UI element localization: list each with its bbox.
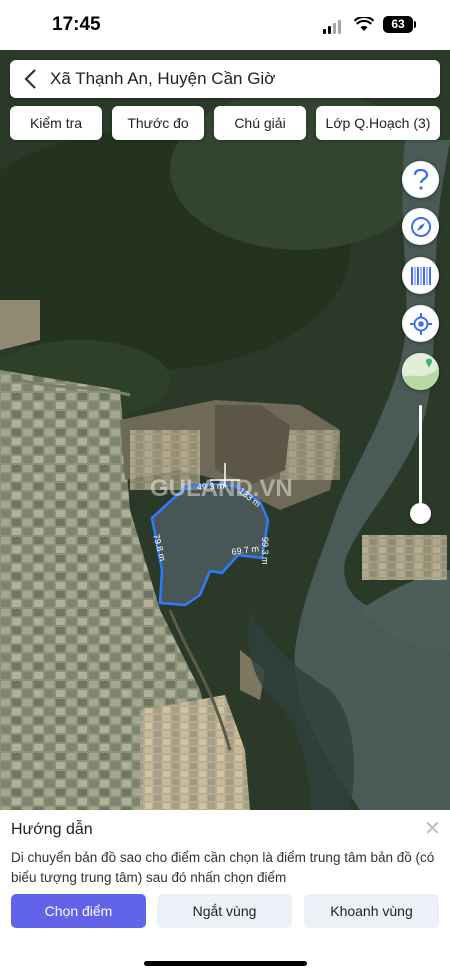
measure-chip[interactable]: Thước đo <box>112 106 204 140</box>
question-mark-icon <box>413 168 428 190</box>
back-button[interactable] <box>10 60 50 98</box>
cellular-signal-icon <box>323 20 341 34</box>
wifi-icon <box>354 17 374 31</box>
close-icon[interactable]: ✕ <box>424 816 441 841</box>
cut-area-button[interactable]: Ngắt vùng <box>157 894 292 928</box>
select-point-button[interactable]: Chọn điểm <box>11 894 146 928</box>
map-toolbar: Kiểm tra Thước đo Chú giải Lớp Q.Hoạch (… <box>10 106 440 140</box>
battery-icon: 63 <box>383 16 416 33</box>
legend-chip[interactable]: Chú giải <box>214 106 306 140</box>
status-time: 17:45 <box>52 14 101 35</box>
location-header: Xã Thạnh An, Huyện Cần Giờ <box>10 60 440 98</box>
zoom-slider-track[interactable] <box>419 405 422 513</box>
status-bar: 17:45 63 <box>0 0 450 50</box>
compass-icon <box>410 216 431 237</box>
map-type-button[interactable] <box>402 353 439 390</box>
map-watermark: GULAND.VN <box>150 475 293 502</box>
chevron-left-icon <box>24 69 36 89</box>
guide-description: Di chuyển bản đồ sao cho điểm cần chọn l… <box>11 850 435 885</box>
map-layer-icon <box>402 353 439 390</box>
measurement-label-right: 99.3 m <box>260 537 270 565</box>
guide-panel: Hướng dẫn ✕ Di chuyển bản đồ sao cho điể… <box>0 810 450 974</box>
check-chip[interactable]: Kiểm tra <box>10 106 102 140</box>
target-icon <box>409 312 432 335</box>
home-indicator <box>144 961 307 966</box>
satellite-map[interactable]: 49.3 m 133 m 99.3 m 69.7 m 79.8 m GULAND… <box>0 50 450 810</box>
zoom-slider-handle[interactable] <box>410 503 431 524</box>
barcode-button[interactable] <box>402 257 439 294</box>
barcode-icon <box>410 266 431 285</box>
compass-button[interactable] <box>402 208 439 245</box>
draw-area-button[interactable]: Khoanh vùng <box>304 894 439 928</box>
locate-me-button[interactable] <box>402 305 439 342</box>
location-title: Xã Thạnh An, Huyện Cần Giờ <box>50 69 276 88</box>
guide-title: Hướng dẫn <box>11 821 93 838</box>
help-button[interactable] <box>402 161 439 198</box>
planning-layer-chip[interactable]: Lớp Q.Hoạch (3) <box>316 106 440 140</box>
